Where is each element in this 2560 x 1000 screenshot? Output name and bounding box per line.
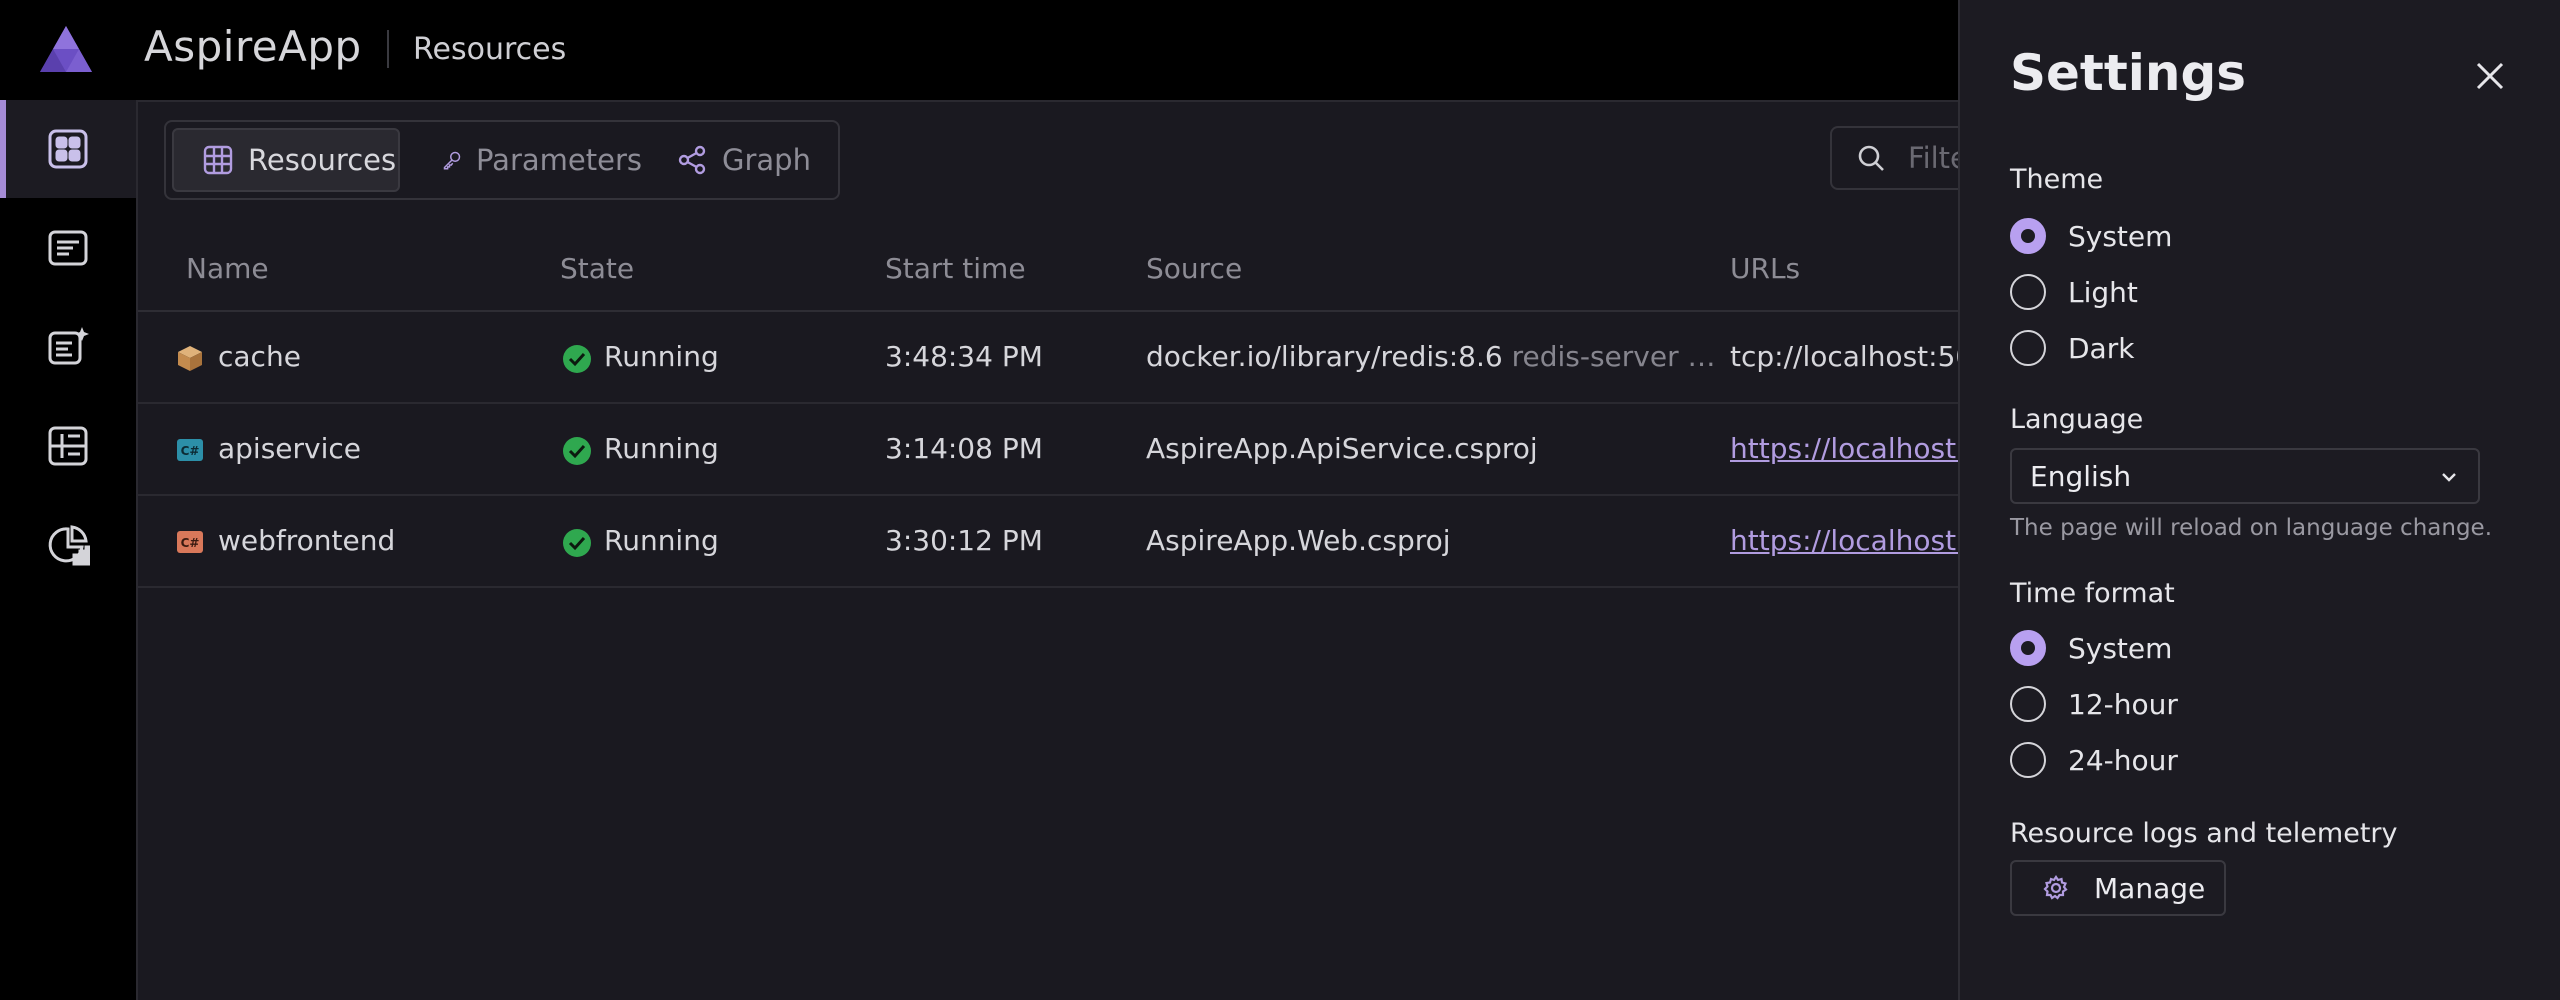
table-row[interactable]: C# apiservice Running 3:14:08 PM AspireA…: [138, 404, 1983, 496]
resource-url-link[interactable]: https://localhost:7: [1730, 432, 1983, 465]
source-image: docker.io/library/redis:8.6: [1146, 340, 1503, 373]
tab-graph[interactable]: Graph: [662, 128, 828, 192]
share-icon: [678, 145, 706, 175]
tab-resources[interactable]: Resources: [172, 128, 400, 192]
check-circle-icon: [563, 345, 591, 373]
key-icon: [443, 151, 461, 170]
resource-start-time: 3:14:08 PM: [885, 432, 1043, 465]
check-circle-icon: [563, 437, 591, 465]
aspire-logo-icon[interactable]: [40, 26, 92, 72]
time-format-option-system[interactable]: System: [2010, 628, 2172, 668]
settings-title: Settings: [2010, 44, 2247, 102]
nav-item-metrics[interactable]: [0, 496, 136, 594]
tab-label: Graph: [722, 143, 811, 177]
resource-source: docker.io/library/redis:8.6 redis-server…: [1146, 340, 1715, 373]
table-row[interactable]: C# webfrontend Running 3:30:12 PM Aspire…: [138, 496, 1983, 588]
main-content: Resources Parameters Graph Filte Name St…: [136, 100, 1983, 1000]
source-args: redis-server …: [1511, 340, 1716, 373]
language-value: English: [2030, 459, 2132, 493]
time-format-label: Time format: [2010, 578, 2175, 609]
view-tabs: Resources Parameters Graph: [164, 120, 840, 200]
gear-icon: [2043, 875, 2068, 900]
radio-label: System: [2068, 631, 2173, 665]
nav-item-traces[interactable]: [0, 397, 136, 495]
svg-text:C#: C#: [181, 444, 200, 458]
resource-source: AspireApp.ApiService.csproj: [1146, 432, 1538, 465]
nav-item-console-logs[interactable]: [0, 199, 136, 297]
tab-label: Parameters: [476, 143, 642, 177]
theme-option-system[interactable]: System: [2010, 216, 2172, 256]
resource-start-time: 3:48:34 PM: [885, 340, 1043, 373]
telemetry-label: Resource logs and telemetry: [2010, 818, 2398, 849]
svg-text:C#: C#: [181, 536, 200, 550]
structured-logs-icon: [48, 327, 89, 365]
theme-label: Theme: [2010, 164, 2104, 195]
settings-panel: Settings Theme System Light Dark Languag…: [1958, 0, 2560, 1000]
time-format-option-24-hour[interactable]: 24-hour: [2010, 740, 2178, 780]
page-title: Resources: [413, 32, 567, 67]
column-header-start-time[interactable]: Start time: [885, 252, 1026, 285]
resource-url-link[interactable]: https://localhost:7: [1730, 524, 1983, 557]
nav-rail: [0, 100, 136, 1000]
check-circle-icon: [563, 529, 591, 557]
csharp-project-icon: C#: [177, 439, 203, 461]
resource-url: tcp://localhost:50: [1730, 340, 1974, 373]
language-select[interactable]: English: [2010, 448, 2480, 504]
radio-label: Dark: [2068, 331, 2135, 365]
search-icon: [1858, 145, 1884, 171]
resource-source: AspireApp.Web.csproj: [1146, 524, 1451, 557]
table-row[interactable]: cache Running 3:48:34 PM docker.io/libra…: [138, 312, 1973, 404]
chevron-down-icon: [2442, 473, 2456, 482]
radio-checked[interactable]: [2010, 218, 2046, 254]
console-icon: [48, 230, 88, 266]
radio-unchecked[interactable]: [2010, 742, 2046, 778]
column-header-urls[interactable]: URLs: [1730, 252, 1800, 285]
filter-input[interactable]: Filte: [1830, 126, 1970, 190]
resource-state: Running: [604, 432, 719, 465]
resource-state: Running: [604, 524, 719, 557]
radio-unchecked[interactable]: [2010, 330, 2046, 366]
resource-name[interactable]: cache: [218, 340, 301, 373]
theme-option-dark[interactable]: Dark: [2010, 328, 2134, 368]
csharp-project-icon: C#: [177, 531, 203, 553]
radio-label: 24-hour: [2068, 743, 2178, 777]
radio-label: Light: [2068, 275, 2138, 309]
column-header-state[interactable]: State: [560, 252, 634, 285]
top-header: AspireApp Resources: [0, 0, 1960, 100]
grid-icon: [48, 129, 88, 169]
resource-name[interactable]: webfrontend: [218, 524, 395, 557]
header-divider: [387, 30, 389, 68]
tab-parameters[interactable]: Parameters: [428, 128, 642, 192]
radio-label: System: [2068, 219, 2173, 253]
nav-item-structured-logs[interactable]: [0, 298, 136, 396]
table-icon: [203, 145, 233, 175]
language-hint: The page will reload on language change.: [2010, 515, 2493, 541]
resource-state: Running: [604, 340, 719, 373]
resources-table: Name State Start time Source URLs cache …: [138, 228, 1983, 588]
manage-button[interactable]: Manage: [2010, 860, 2226, 916]
app-root: AspireApp Resources Resources Parameters…: [0, 0, 2560, 1000]
manage-label: Manage: [2094, 871, 2206, 905]
close-icon[interactable]: [2470, 56, 2510, 96]
column-header-name[interactable]: Name: [186, 252, 269, 285]
metrics-icon: [48, 525, 90, 566]
column-header-source[interactable]: Source: [1146, 252, 1242, 285]
theme-option-light[interactable]: Light: [2010, 272, 2138, 312]
radio-checked[interactable]: [2010, 630, 2046, 666]
time-format-option-12-hour[interactable]: 12-hour: [2010, 684, 2178, 724]
app-title[interactable]: AspireApp: [144, 22, 362, 71]
container-icon: [178, 346, 202, 371]
resource-start-time: 3:30:12 PM: [885, 524, 1043, 557]
radio-label: 12-hour: [2068, 687, 2178, 721]
language-label: Language: [2010, 404, 2144, 435]
radio-unchecked[interactable]: [2010, 274, 2046, 310]
nav-item-resources[interactable]: [0, 100, 136, 198]
radio-unchecked[interactable]: [2010, 686, 2046, 722]
resource-name[interactable]: apiservice: [218, 432, 361, 465]
table-header: Name State Start time Source URLs: [138, 228, 1962, 312]
tab-label: Resources: [248, 143, 397, 177]
traces-icon: [48, 426, 88, 466]
